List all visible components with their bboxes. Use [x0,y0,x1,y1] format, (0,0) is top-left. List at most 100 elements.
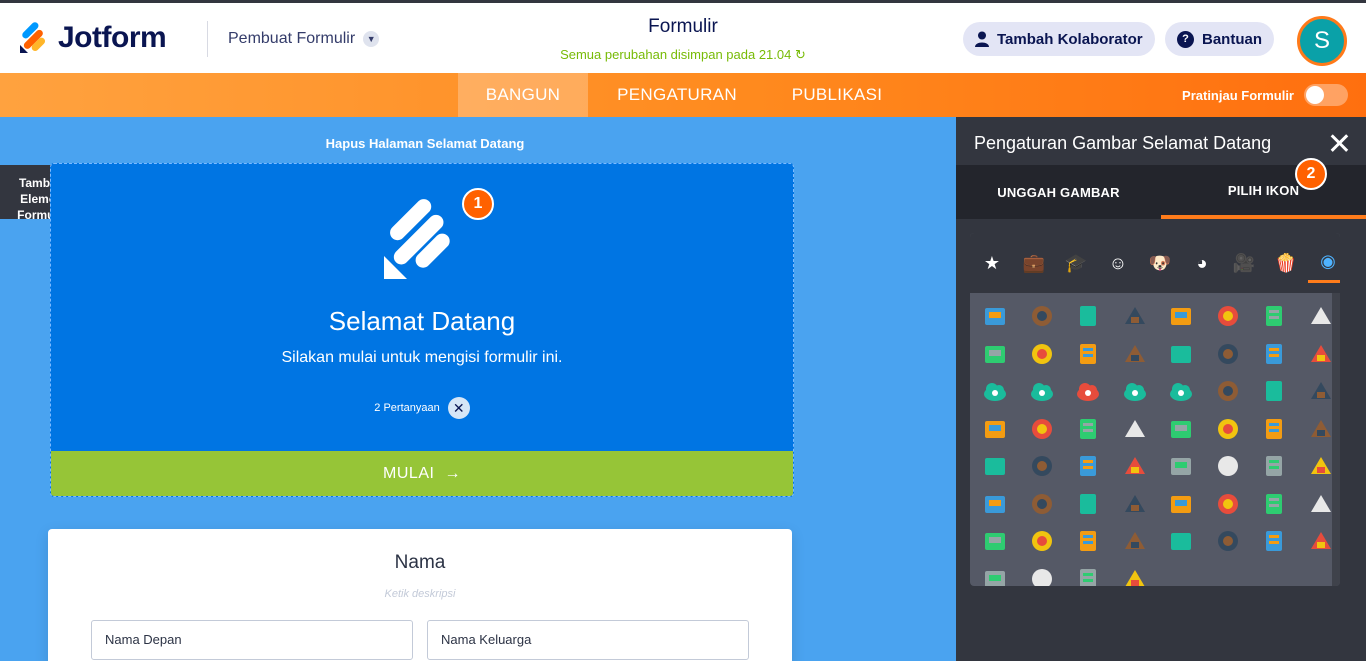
map-pin-icon[interactable] [1120,339,1150,369]
wallet-icon[interactable] [1306,339,1336,369]
mortarboard-icon[interactable] [1166,489,1196,519]
envelope-icon[interactable] [1213,339,1243,369]
small-clock-icon[interactable] [1073,489,1103,519]
cash-register-2-icon[interactable] [980,564,1010,586]
category-star-icon[interactable]: ★ [972,243,1012,283]
briefcase-icon[interactable] [1120,301,1150,331]
delete-welcome-page-link[interactable]: Hapus Halaman Selamat Datang [250,136,600,151]
top-header: Jotform Pembuat Formulir ▼ Formulir Semu… [0,0,1366,73]
whistle-icon[interactable] [1027,526,1057,556]
books-icon[interactable] [1073,451,1103,481]
help-button[interactable]: ? Bantuan [1165,22,1274,56]
save-status: Semua perubahan disimpan pada 21.04 ↻ [553,47,813,63]
add-collaborator-button[interactable]: Tambah Kolaborator [963,22,1155,56]
tab-publish[interactable]: PUBLIKASI [774,73,900,117]
yin-yang-icon[interactable] [980,451,1010,481]
bank-icon[interactable] [1027,301,1057,331]
map-icon[interactable] [1166,339,1196,369]
camera-icon[interactable] [1259,339,1289,369]
money-icon[interactable] [1027,339,1057,369]
radio-icon[interactable] [1259,526,1289,556]
lighthouse-icon[interactable] [1120,564,1150,586]
category-smiley-icon[interactable]: ☺ [1098,243,1138,283]
office-chair-icon[interactable] [1120,451,1150,481]
name-field-description[interactable]: Ketik deskripsi [48,588,792,600]
whiteboard-icon[interactable] [1027,451,1057,481]
category-graduation-cap-icon[interactable]: 🎓 [1056,243,1096,283]
cloud-upload-icon[interactable] [1166,376,1196,406]
last-name-field[interactable]: Nama Keluarga [427,620,749,660]
backpack-icon[interactable] [1213,489,1243,519]
muffin-icon[interactable] [1213,414,1243,444]
lightbulb-icon[interactable] [1027,489,1057,519]
first-name-field[interactable]: Nama Depan [91,620,413,660]
toggle-knob [1306,86,1324,104]
water-drop-icon[interactable] [980,414,1010,444]
name-field-card[interactable]: Nama Ketik deskripsi Nama Depan Nama Kel… [48,529,792,661]
column-icon[interactable] [1120,489,1150,519]
cloud-download-icon[interactable] [1027,376,1057,406]
icon-grid-scrollbar[interactable] [1332,293,1340,586]
category-dog-icon[interactable]: 🐶 [1140,243,1180,283]
laptop-icon[interactable] [980,339,1010,369]
burger-icon[interactable] [1120,414,1150,444]
add-collaborator-label: Tambah Kolaborator [997,30,1143,48]
tab-choose-icon[interactable]: PILIH IKON [1161,165,1366,219]
category-pacman-icon[interactable]: ◕ [1182,243,1222,283]
category-video-camera-icon[interactable]: 🎥 [1224,243,1264,283]
calculator-icon[interactable] [1306,451,1336,481]
start-button[interactable]: MULAI → [51,451,793,496]
category-popcorn-icon[interactable]: 🍿 [1266,243,1306,283]
certificate-icon[interactable] [1213,376,1243,406]
pie-chart-icon[interactable] [1259,301,1289,331]
remove-question-count-icon[interactable]: ✕ [447,397,470,419]
id-card-icon[interactable] [980,301,1010,331]
eye-icon[interactable] [1027,414,1057,444]
store-icon[interactable] [1166,526,1196,556]
category-eye-icon[interactable]: ◉ [1308,243,1340,283]
pushpin-icon[interactable] [1213,451,1243,481]
welcome-subtitle[interactable]: Silakan mulai untuk mengisi formulir ini… [51,349,793,367]
welcome-page-card[interactable]: Selamat Datang Silakan mulai untuk mengi… [50,163,794,497]
target-icon[interactable] [1166,451,1196,481]
person-reading-icon[interactable] [980,526,1010,556]
price-tag-icon[interactable] [1120,526,1150,556]
tab-build[interactable]: BANGUN [458,73,588,117]
rocket-icon[interactable] [1027,564,1057,586]
form-builder-dropdown[interactable]: Pembuat Formulir ▼ [228,30,380,48]
category-briefcase-icon[interactable]: 💼 [1014,243,1054,283]
presentation-icon[interactable] [1073,301,1103,331]
cloud-check-icon[interactable] [980,376,1010,406]
pizza-icon[interactable] [1259,414,1289,444]
jotform-logo[interactable]: Jotform [18,21,167,55]
chef-icon[interactable] [1213,526,1243,556]
first-aid-kit-icon[interactable] [1073,526,1103,556]
printer-icon[interactable] [1073,564,1103,586]
tab-settings[interactable]: PENGATURAN [598,73,756,117]
welcome-logo-icon [384,199,450,279]
start-button-label: MULAI [383,464,435,482]
barcode-icon[interactable] [1259,489,1289,519]
notepad-icon[interactable] [1259,376,1289,406]
growth-chart-icon[interactable] [1213,301,1243,331]
foam-finger-icon[interactable] [1073,414,1103,444]
speaker-icon[interactable] [1306,414,1336,444]
cloud-sync-icon[interactable] [1120,376,1150,406]
donut-chart-icon[interactable] [1306,301,1336,331]
buildings-icon[interactable] [1166,301,1196,331]
name-field-title[interactable]: Nama [48,552,792,574]
tag-icon[interactable] [1073,339,1103,369]
welcome-title[interactable]: Selamat Datang [51,306,793,337]
preview-toggle[interactable] [1304,84,1348,106]
cash-register-icon[interactable] [1306,526,1336,556]
alarm-clock-icon[interactable] [980,489,1010,519]
hotdog-icon[interactable] [1166,414,1196,444]
shopping-basket-icon[interactable] [1306,489,1336,519]
close-icon[interactable]: ✕ [1327,127,1352,162]
clock-icon[interactable] [1259,451,1289,481]
form-title[interactable]: Formulir [553,16,813,38]
cloud-error-icon[interactable] [1073,376,1103,406]
tab-upload-image[interactable]: UNGGAH GAMBAR [956,165,1161,219]
avatar[interactable]: S [1297,16,1347,66]
donut-icon[interactable] [1306,376,1336,406]
